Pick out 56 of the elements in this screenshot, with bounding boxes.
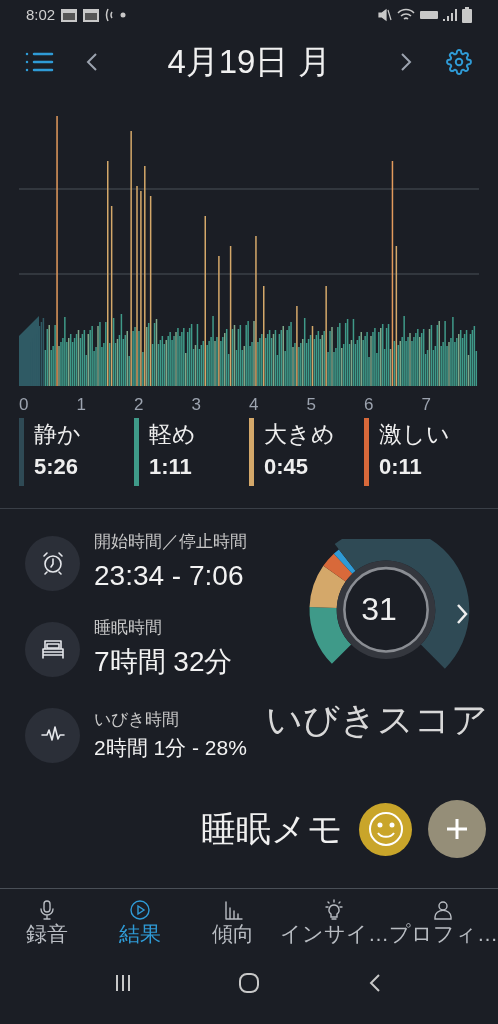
score-title: いびきスコア [266,698,488,742]
sleep-memo-label: 睡眠メモ [201,807,343,850]
menu-icon [24,51,54,73]
legend-label: 軽め [149,420,196,449]
date-title: 4月19日 月 [167,42,331,83]
dot-icon [120,12,127,18]
add-memo-button[interactable] [428,800,486,858]
nav-tab[interactable]: 録音 [0,899,94,955]
nav-tab[interactable]: 結果 [93,899,187,955]
nav-tab[interactable]: インサイ… [280,899,389,955]
calendar-icon [83,8,100,22]
legend-value: 0:45 [264,453,310,481]
stat-label: 開始時間／停止時間 [94,531,247,554]
stat-value: 23:34 - 7:06 [94,558,245,593]
score-value: 31 [361,590,397,629]
mood-button[interactable] [359,802,412,856]
axis-tick-label: 2 [134,394,145,412]
bar-chart-icon [222,899,245,921]
legend-label: 激しい [379,420,450,449]
back-icon [368,972,382,994]
axis-tick-label: 4 [249,394,260,412]
status-time: 8:02 [26,4,56,25]
stat-label: 睡眠時間 [94,617,163,640]
mute-icon [378,8,392,22]
nav-tab[interactable]: 傾向 [186,899,280,955]
axis-tick-label: 6 [364,394,375,412]
nav-tab[interactable]: プロフィ… [389,899,498,955]
signal-icon [443,8,457,22]
settings-icon [446,49,472,75]
home-icon [238,972,260,994]
chevron-right-icon [400,52,412,72]
plus-icon [445,817,469,841]
legend-value: 5:26 [34,453,80,481]
axis-tick-label: 5 [306,394,317,412]
nfc-icon [105,8,115,22]
axis-tick-label: 1 [76,394,87,412]
chevron-right-icon[interactable] [455,602,469,626]
wifi-icon [397,8,415,22]
stat-value: 7時間 32分 [94,644,233,679]
recent-apps-icon [113,973,133,993]
axis-tick-label: 0 [19,394,30,412]
stat-value: 2時間 1分 - 28% [94,735,247,761]
axis-tick-label: 7 [421,394,432,412]
person-icon [432,899,455,921]
smiley-icon [366,810,405,848]
calendar-icon [61,8,78,22]
lightbulb-icon [323,899,346,921]
legend-label: 静か [34,420,81,449]
legend-label: 大きめ [264,420,335,449]
chevron-left-icon [86,52,98,72]
stat-label: いびき時間 [94,708,180,731]
play-icon [129,899,151,921]
legend-value: 1:11 [149,453,193,481]
legend-value: 0:11 [379,453,423,481]
axis-tick-label: 3 [191,394,202,412]
battery-icon [462,7,472,23]
